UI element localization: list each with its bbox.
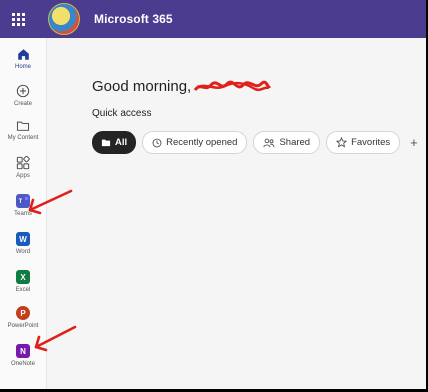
filter-favorites[interactable]: Favorites: [326, 131, 401, 154]
left-nav-rail: Home Create My Content Apps T Teams W Wo…: [0, 38, 47, 389]
sidebar-item-label: Create: [13, 101, 32, 107]
app-launcher-button[interactable]: [0, 0, 36, 38]
quick-access-filters: All Recently opened Shared Favorites +: [92, 131, 418, 154]
sidebar-item-home[interactable]: Home: [0, 48, 46, 70]
excel-icon: X: [16, 270, 30, 284]
sidebar-item-apps[interactable]: Apps: [0, 156, 46, 179]
organization-logo[interactable]: [48, 3, 80, 35]
filter-recently-opened[interactable]: Recently opened: [142, 131, 248, 154]
sidebar-item-my-content[interactable]: My Content: [0, 120, 46, 141]
sidebar-item-label: My Content: [7, 135, 39, 141]
star-icon: [336, 137, 348, 148]
filter-shared[interactable]: Shared: [253, 131, 321, 154]
powerpoint-icon: P: [16, 306, 30, 320]
greeting: Good morning,: [92, 78, 272, 95]
sidebar-item-powerpoint[interactable]: P PowerPoint: [0, 306, 46, 329]
sidebar-item-create[interactable]: Create: [0, 84, 46, 107]
filter-label: All: [115, 137, 128, 148]
filter-label: Recently opened: [166, 137, 238, 148]
sidebar-item-word[interactable]: W Word: [0, 232, 46, 255]
folder-icon: [16, 121, 30, 131]
filter-all[interactable]: All: [92, 131, 137, 154]
sidebar-item-label: Home: [14, 64, 31, 70]
sidebar-item-excel[interactable]: X Excel: [0, 270, 46, 293]
app-window: Microsoft 365 Home Create My Content App…: [0, 0, 428, 392]
quick-access-title: Quick access: [92, 108, 152, 119]
sidebar-item-teams[interactable]: T Teams: [0, 194, 46, 217]
sidebar-item-label: PowerPoint: [7, 323, 39, 329]
greeting-text: Good morning,: [92, 78, 192, 95]
teams-icon: T: [16, 194, 30, 208]
home-icon: [17, 49, 29, 60]
filter-label: Shared: [279, 137, 311, 148]
onenote-icon: N: [16, 344, 30, 358]
sidebar-item-label: Excel: [15, 287, 31, 293]
app-title[interactable]: Microsoft 365: [94, 12, 173, 26]
apps-icon: [16, 156, 30, 170]
top-bar: Microsoft 365: [0, 0, 426, 38]
clock-icon: [152, 138, 162, 147]
svg-text:T: T: [19, 199, 23, 205]
main-content: Good morning, Quick access All Recently …: [47, 38, 426, 389]
add-filter-button[interactable]: +: [410, 135, 418, 150]
sidebar-item-onenote[interactable]: N OneNote: [0, 344, 46, 367]
app-launcher-icon: [11, 12, 25, 26]
plus-circle-icon: [16, 84, 30, 98]
word-icon: W: [16, 232, 30, 246]
sidebar-item-label: Apps: [16, 173, 30, 179]
sidebar-item-label: Word: [15, 249, 31, 255]
redaction-scribble: [194, 80, 272, 91]
filter-label: Favorites: [351, 137, 391, 148]
people-icon: [263, 138, 275, 147]
sidebar-item-label: Teams: [14, 211, 32, 217]
sidebar-item-label: OneNote: [10, 361, 35, 367]
all-files-icon: [101, 139, 111, 147]
